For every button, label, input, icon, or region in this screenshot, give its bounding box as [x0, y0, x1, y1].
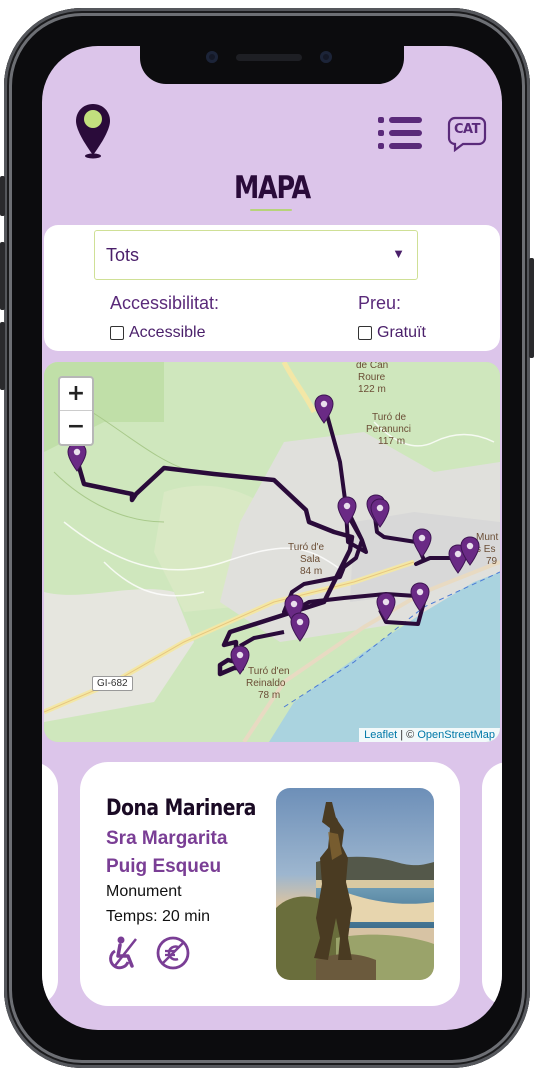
page-title: MAPA	[233, 170, 311, 206]
category-select[interactable]: Tots ▼	[94, 230, 418, 280]
wheelchair-icon	[109, 936, 137, 970]
attribution-separator: | ©	[400, 729, 415, 741]
free-checkbox-box[interactable]	[358, 326, 372, 340]
speaker	[236, 54, 302, 61]
statue-image	[276, 788, 434, 980]
language-switch-button[interactable]: CAT	[447, 116, 487, 152]
notch	[140, 46, 404, 84]
list-menu-icon[interactable]	[378, 116, 424, 150]
map-label: Peranunci	[366, 424, 412, 435]
map-label: 122 m	[358, 384, 386, 395]
no-cost-icon	[156, 936, 190, 970]
map-label: 117 m	[378, 436, 406, 447]
accessible-checkbox-box[interactable]	[110, 326, 124, 340]
front-camera	[320, 51, 332, 63]
sensor-dot	[206, 51, 218, 63]
zoom-control: + −	[58, 376, 94, 446]
map-label: s Es	[476, 544, 496, 555]
map-attribution: Leaflet | © OpenStreetMap	[359, 728, 500, 742]
monument-type: Monument	[106, 883, 182, 900]
map-label: 84 m	[300, 566, 323, 577]
map-label: 79	[486, 556, 498, 567]
free-checkbox-label: Gratuït	[377, 324, 426, 341]
price-label: Preu:	[358, 293, 402, 313]
map-label: Reinaldo	[246, 678, 286, 689]
accessible-checkbox[interactable]: Accessible	[110, 324, 205, 342]
filter-panel: Tots ▼ Accessibilitat: Preu: Accessible …	[44, 225, 500, 351]
accessible-checkbox-label: Accessible	[129, 324, 206, 341]
previous-card[interactable]	[42, 762, 58, 1006]
visit-time: Temps: 20 min	[106, 908, 211, 925]
map-view[interactable]: de Can Roure 122 m Turó de Peranunci 117…	[44, 362, 500, 742]
monument-name: Dona Marinera	[106, 796, 256, 821]
volume-up-button	[0, 242, 5, 310]
map-label: Turó de	[372, 412, 407, 423]
zoom-in-button[interactable]: +	[60, 378, 92, 410]
monument-photo[interactable]	[276, 788, 434, 980]
accessibility-label: Accessibilitat:	[110, 293, 220, 313]
location-pin-logo-icon[interactable]	[74, 102, 112, 160]
volume-down-button	[0, 322, 5, 390]
free-checkbox[interactable]: Gratuït	[358, 324, 426, 342]
next-card[interactable]	[482, 762, 502, 1006]
monument-author: Sra Margarita Puig Esqueu	[106, 828, 228, 877]
map-label: Sala	[300, 554, 321, 565]
map-label: Munt	[476, 532, 499, 543]
category-select-value: Tots	[106, 245, 140, 265]
title-underline	[250, 209, 292, 211]
zoom-out-button[interactable]: −	[60, 411, 92, 443]
dropdown-arrow-icon: ▼	[392, 246, 405, 261]
map-label: Roure	[358, 372, 386, 383]
leaflet-link[interactable]: Leaflet	[364, 729, 397, 741]
map-label: de Can	[356, 362, 389, 371]
phone-frame: CAT MAPA Tots ▼ Accessibilitat: Preu: Ac…	[0, 8, 534, 1068]
power-button	[529, 258, 534, 358]
app-screen: CAT MAPA Tots ▼ Accessibilitat: Preu: Ac…	[42, 46, 502, 1030]
map-label: Turó d'e	[288, 542, 325, 553]
mute-switch	[0, 176, 5, 216]
road-label: GI-682	[92, 676, 133, 691]
openstreetmap-link[interactable]: OpenStreetMap	[417, 729, 495, 741]
monument-card[interactable]: Dona Marinera Sra Margarita Puig Esqueu …	[80, 762, 460, 1006]
language-label: CAT	[454, 122, 480, 137]
map-label: Turó d'en	[248, 666, 290, 677]
monument-carousel[interactable]: Dona Marinera Sra Margarita Puig Esqueu …	[42, 762, 502, 1006]
map-label: 78 m	[258, 690, 281, 701]
